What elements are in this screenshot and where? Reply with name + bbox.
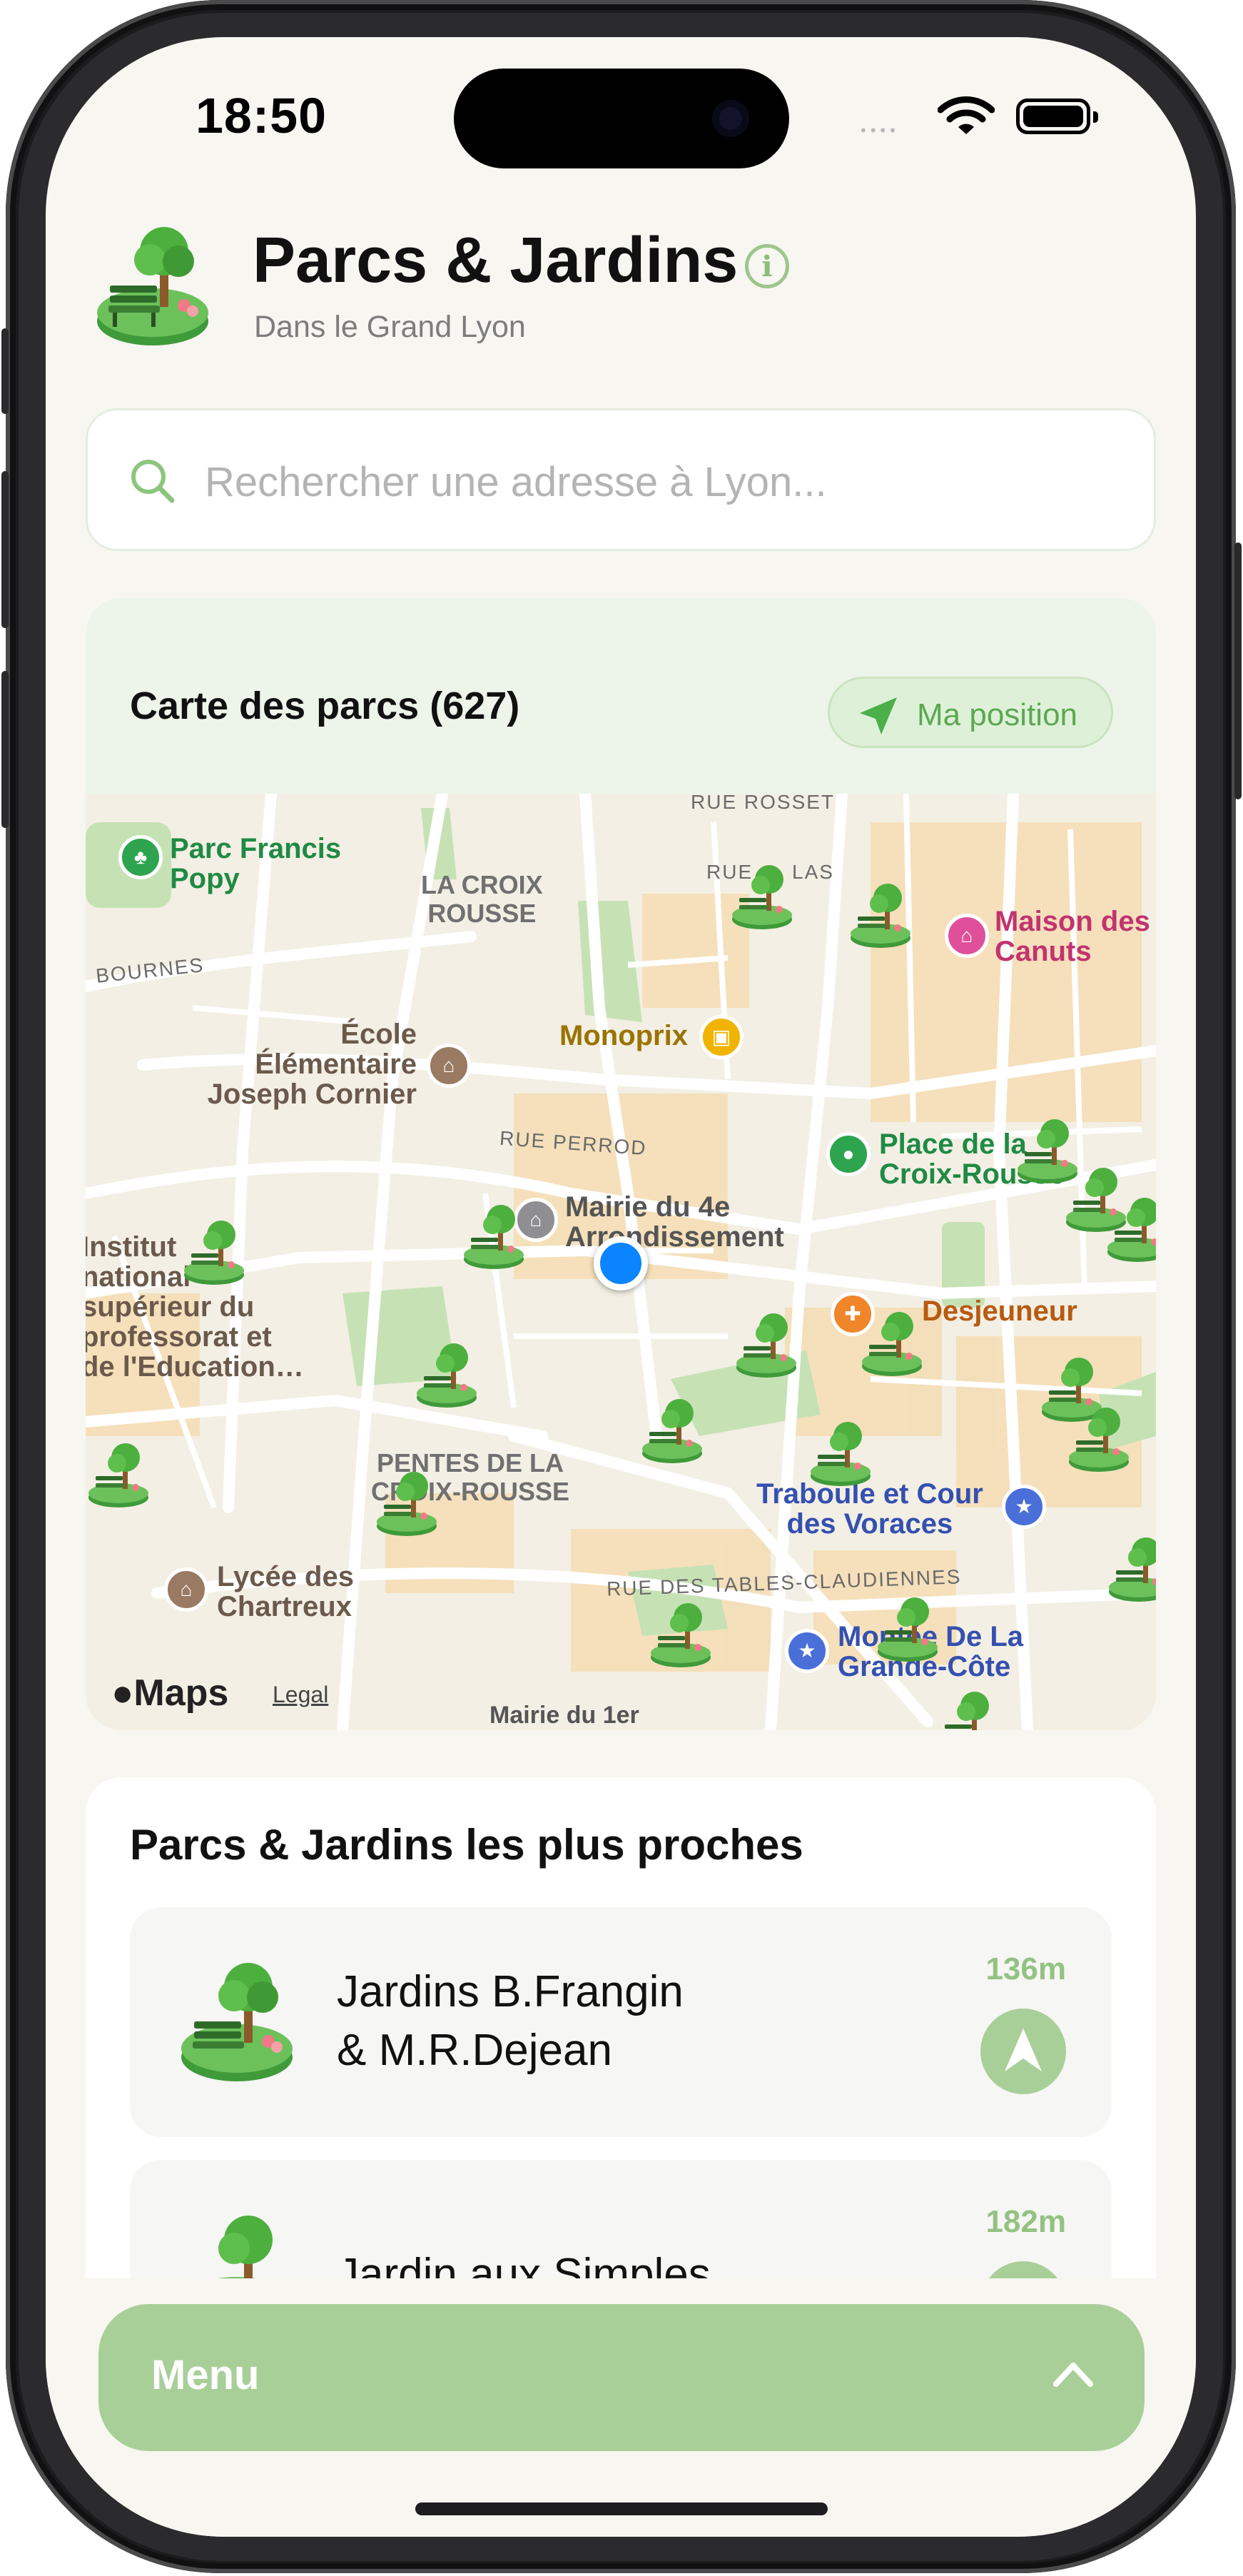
my-position-label: Ma position bbox=[917, 697, 1078, 732]
screen: 18:50 •••• Parcs & Jardins i Dans le Gra… bbox=[46, 37, 1196, 2537]
poi-maison-des-canuts[interactable]: Maison des Canuts bbox=[995, 906, 1150, 966]
poi-line: Parc Francis bbox=[170, 833, 342, 864]
poi-line: de l'Education… bbox=[86, 1351, 304, 1383]
map-card-title: Carte des parcs (627) bbox=[130, 685, 520, 727]
poi-lycee-chartreux[interactable]: Lycée des Chartreux bbox=[217, 1562, 354, 1622]
park-name-line: Jardins B.Frangin bbox=[337, 1967, 684, 2016]
park-marker-icon[interactable] bbox=[648, 1596, 714, 1667]
list-item[interactable]: Jardins B.Frangin & M.R.Dejean 136m bbox=[130, 1907, 1112, 2137]
park-pin-icon[interactable]: ♣ bbox=[118, 835, 163, 879]
my-position-button[interactable]: Ma position bbox=[828, 677, 1113, 748]
poi-mairie-1er[interactable]: Mairie du 1er bbox=[489, 1700, 639, 1730]
poi-line: professorat et bbox=[86, 1321, 272, 1353]
poi-line: Canuts bbox=[995, 936, 1092, 967]
legal-link[interactable]: Legal bbox=[273, 1682, 328, 1708]
park-marker-icon[interactable] bbox=[461, 1198, 527, 1269]
park-name-line: & M.R.Dejean bbox=[337, 2026, 612, 2075]
park-marker-icon[interactable] bbox=[808, 1415, 873, 1486]
poi-line: des Voraces bbox=[786, 1508, 953, 1540]
user-location-dot bbox=[594, 1236, 648, 1290]
park-marker-icon[interactable] bbox=[181, 1213, 247, 1285]
park-marker-icon[interactable] bbox=[86, 1436, 151, 1507]
park-marker-icon[interactable] bbox=[729, 858, 795, 929]
dynamic-island bbox=[454, 69, 789, 168]
park-marker-icon[interactable] bbox=[859, 1305, 925, 1376]
page-title: Parcs & Jardins bbox=[253, 225, 739, 296]
poi-desjeuneur[interactable]: Desjeuneur bbox=[922, 1296, 1077, 1326]
side-button-volume-down bbox=[1, 671, 9, 828]
battery-icon bbox=[1016, 99, 1098, 134]
park-distance: 182m bbox=[985, 2204, 1066, 2239]
landmark-pin-icon[interactable]: ★ bbox=[785, 1629, 829, 1673]
park-distance: 136m bbox=[985, 1951, 1066, 1986]
map-district-label: LA CROIX ROUSSE bbox=[421, 871, 543, 928]
wifi-icon bbox=[938, 96, 995, 134]
poi-line: Chartreux bbox=[217, 1591, 352, 1622]
poi-line: Popy bbox=[170, 863, 240, 894]
park-marker-icon[interactable] bbox=[1105, 1191, 1156, 1262]
poi-mairie-4e[interactable]: Mairie du 4e Arrondissement bbox=[565, 1192, 784, 1252]
side-button-volume-up bbox=[1, 471, 9, 628]
landmark-pin-icon[interactable]: ★ bbox=[1002, 1485, 1046, 1529]
direction-button[interactable] bbox=[980, 2009, 1066, 2094]
chevron-up-icon bbox=[1053, 2363, 1093, 2387]
camera-icon bbox=[712, 100, 749, 137]
map-card: Carte des parcs (627) Ma position RUE RO… bbox=[86, 598, 1156, 1730]
museum-pin-icon[interactable]: ⌂ bbox=[945, 914, 989, 958]
poi-line: École bbox=[340, 1019, 417, 1050]
poi-traboule-voraces[interactable]: Traboule et Cour des Voraces bbox=[756, 1479, 983, 1539]
home-indicator[interactable] bbox=[415, 2502, 828, 2515]
cellular-signal-icon: •••• bbox=[861, 121, 900, 139]
side-button-action bbox=[1, 328, 9, 414]
map-view[interactable]: RUE ROSSET RUE LAS BOURNES RUE PERROD RU… bbox=[86, 794, 1156, 1730]
direction-arrow-icon bbox=[1005, 2029, 1042, 2071]
apple-maps-logo: ●Maps bbox=[111, 1672, 229, 1714]
park-marker-icon[interactable] bbox=[639, 1392, 705, 1463]
school-pin-icon[interactable]: ⌂ bbox=[164, 1567, 208, 1612]
park-marker-icon[interactable] bbox=[414, 1336, 480, 1408]
map-street-label: LAS bbox=[792, 861, 834, 883]
nearby-title: Parcs & Jardins les plus proches bbox=[130, 1821, 803, 1869]
poi-line: Lycée des bbox=[217, 1561, 354, 1592]
park-name: Jardins B.Frangin & M.R.Dejean bbox=[337, 1963, 836, 2080]
poi-parc-francis-popy[interactable]: Parc Francis Popy bbox=[170, 834, 341, 894]
park-marker-icon[interactable] bbox=[374, 1465, 440, 1536]
status-time: 18:50 bbox=[196, 88, 328, 143]
map-district-line: LA CROIX bbox=[421, 870, 543, 899]
poi-monoprix[interactable]: Monoprix bbox=[559, 1021, 688, 1051]
park-marker-icon[interactable] bbox=[875, 1590, 940, 1662]
search-bar[interactable] bbox=[86, 408, 1156, 551]
map-district-line: ROUSSE bbox=[427, 899, 537, 928]
menu-label: Menu bbox=[151, 2352, 260, 2398]
poi-line: Mairie du 4e bbox=[565, 1191, 731, 1223]
side-button-power bbox=[1234, 542, 1242, 799]
poi-line: Joseph Cornier bbox=[207, 1079, 417, 1110]
park-marker-icon[interactable] bbox=[734, 1306, 799, 1378]
location-arrow-icon bbox=[860, 697, 897, 734]
park-bench-tree-icon bbox=[97, 227, 208, 345]
shopping-pin-icon[interactable]: ▣ bbox=[699, 1015, 744, 1059]
map-street-label: RUE ROSSET bbox=[691, 794, 836, 813]
park-marker-icon[interactable] bbox=[1066, 1400, 1132, 1472]
page-subtitle: Dans le Grand Lyon bbox=[254, 310, 526, 344]
park-bench-tree-icon bbox=[181, 1963, 293, 2081]
poi-line: Maison des bbox=[995, 906, 1150, 937]
search-icon bbox=[131, 460, 175, 503]
school-pin-icon[interactable]: ⌂ bbox=[427, 1044, 471, 1088]
park-marker-icon[interactable] bbox=[848, 877, 913, 948]
park-marker-icon[interactable] bbox=[1106, 1530, 1156, 1602]
info-icon[interactable]: i bbox=[745, 244, 789, 288]
park-marker-icon[interactable] bbox=[935, 1684, 1000, 1730]
search-input[interactable] bbox=[205, 452, 1104, 512]
poi-line: supérieur du bbox=[86, 1291, 255, 1323]
park-pin-icon[interactable]: ● bbox=[826, 1132, 871, 1176]
menu-button[interactable]: Menu bbox=[98, 2304, 1145, 2451]
maps-attribution: Maps bbox=[133, 1672, 229, 1714]
poi-ecole-joseph-cornier[interactable]: École Élémentaire Joseph Cornier bbox=[153, 1019, 417, 1109]
poi-line: Élémentaire bbox=[255, 1049, 417, 1080]
